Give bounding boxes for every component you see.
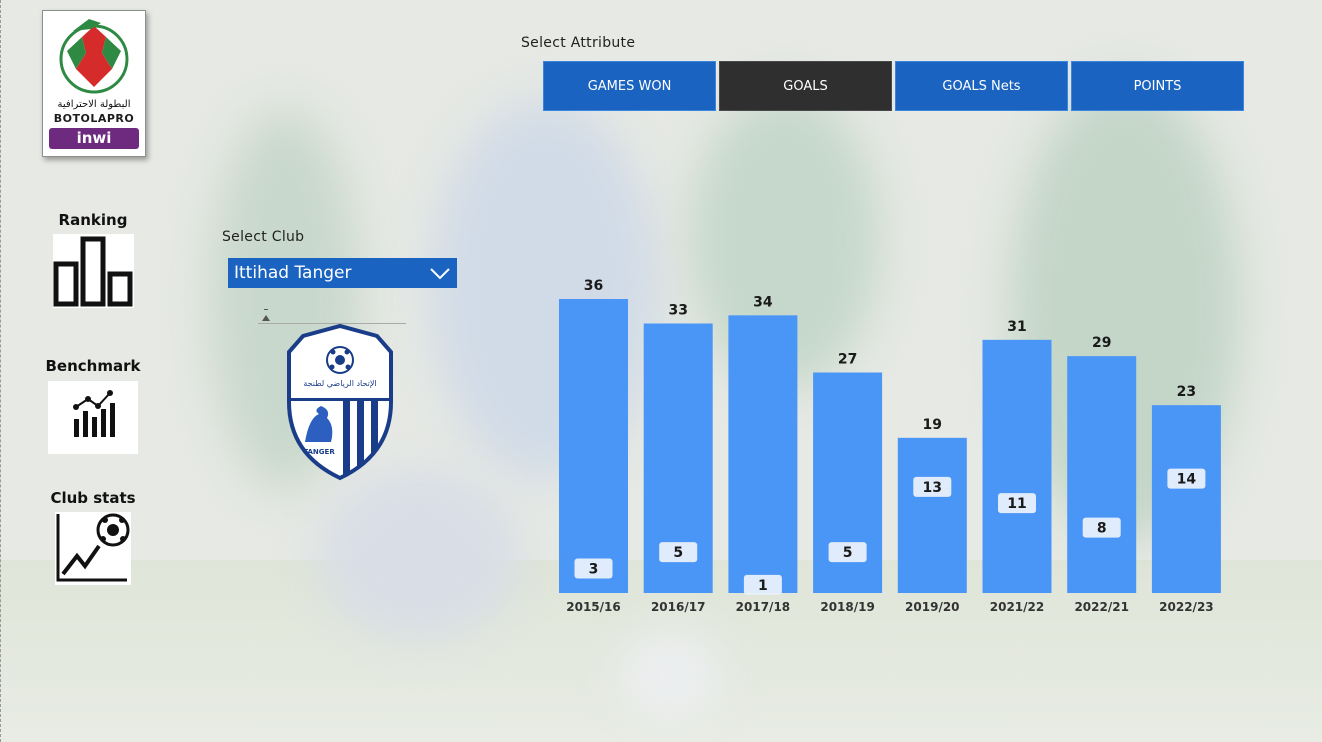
x-tick-label: 2018/19 <box>820 600 874 614</box>
bar-total-label: 27 <box>838 352 857 368</box>
bar-inner-label: 5 <box>843 545 853 561</box>
attribute-button-goals-nets[interactable]: GOALS Nets <box>895 61 1068 111</box>
bar-total-label: 33 <box>668 303 687 319</box>
bar <box>559 299 628 593</box>
league-logo: البطولة الاحترافية BOTOLAPRO inwi <box>42 10 146 157</box>
bar <box>982 339 1052 593</box>
logo-sponsor-text: inwi <box>49 128 139 149</box>
bar <box>728 315 798 593</box>
x-tick-label: 2022/21 <box>1074 600 1128 614</box>
slicer-handle-mark <box>264 309 268 310</box>
bar-inner-label: 13 <box>923 480 942 496</box>
chevron-down-icon <box>430 268 450 280</box>
x-tick-label: 2019/20 <box>905 600 959 614</box>
bar <box>1151 405 1221 593</box>
attribute-button-points[interactable]: POINTS <box>1071 61 1244 111</box>
trend-bars-icon[interactable] <box>48 381 138 454</box>
bar-inner-label: 3 <box>589 562 599 578</box>
nav-ranking-label[interactable]: Ranking <box>38 211 148 229</box>
bar-total-label: 31 <box>1007 319 1026 335</box>
x-tick-label: 2022/23 <box>1159 600 1213 614</box>
slicer-handle[interactable] <box>262 315 270 321</box>
crest-tanger-text: TANGER <box>303 448 335 456</box>
bar-total-label: 19 <box>923 417 942 433</box>
logo-arabic-text: البطولة الاحترافية <box>57 99 131 110</box>
bar-chart-icon[interactable] <box>53 234 134 308</box>
page-border <box>0 0 3 742</box>
bar-inner-label: 8 <box>1097 521 1107 537</box>
bar-inner-label: 1 <box>758 578 768 594</box>
logo-brand-text: BOTOLAPRO <box>53 112 135 125</box>
x-tick-label: 2016/17 <box>651 600 705 614</box>
bar-inner-label: 5 <box>673 545 683 561</box>
bar-total-label: 23 <box>1177 384 1196 400</box>
league-emblem-icon <box>59 19 129 94</box>
bar-total-label: 34 <box>753 294 773 310</box>
player-silhouette <box>320 470 520 640</box>
x-tick-label: 2021/22 <box>990 600 1044 614</box>
bar-inner-label: 11 <box>1007 496 1026 512</box>
goals-bar-chart: 36 3 2015/16 33 5 2016/17 34 1 2017/18 27 5 2018/19… <box>559 278 1221 614</box>
club-crest: الإتحاد الرياضي لطنجة TANGER <box>283 322 397 482</box>
crest-arabic-text: الإتحاد الرياضي لطنجة <box>303 379 376 389</box>
nav-benchmark-label[interactable]: Benchmark <box>38 357 148 375</box>
attribute-button-games-won[interactable]: GAMES WON <box>543 61 716 111</box>
bar <box>1067 356 1137 593</box>
club-dropdown-value: Ittihad Tanger <box>234 263 352 283</box>
bar-inner-label: 14 <box>1177 472 1197 488</box>
x-tick-label: 2017/18 <box>736 600 790 614</box>
ball-silhouette <box>620 630 720 720</box>
attribute-caption: Select Attribute <box>521 35 636 51</box>
x-tick-label: 2015/16 <box>566 600 620 614</box>
club-dropdown[interactable]: Ittihad Tanger <box>228 258 457 288</box>
bar-total-label: 29 <box>1092 335 1111 351</box>
club-caption: Select Club <box>222 229 305 245</box>
bar-total-label: 36 <box>584 278 603 294</box>
bar <box>897 437 967 593</box>
club-crest-icon: الإتحاد الرياضي لطنجة TANGER <box>287 323 393 481</box>
football-growth-icon[interactable] <box>55 512 131 585</box>
attribute-button-goals[interactable]: GOALS <box>719 61 892 111</box>
nav-club-stats-label[interactable]: Club stats <box>38 489 148 507</box>
